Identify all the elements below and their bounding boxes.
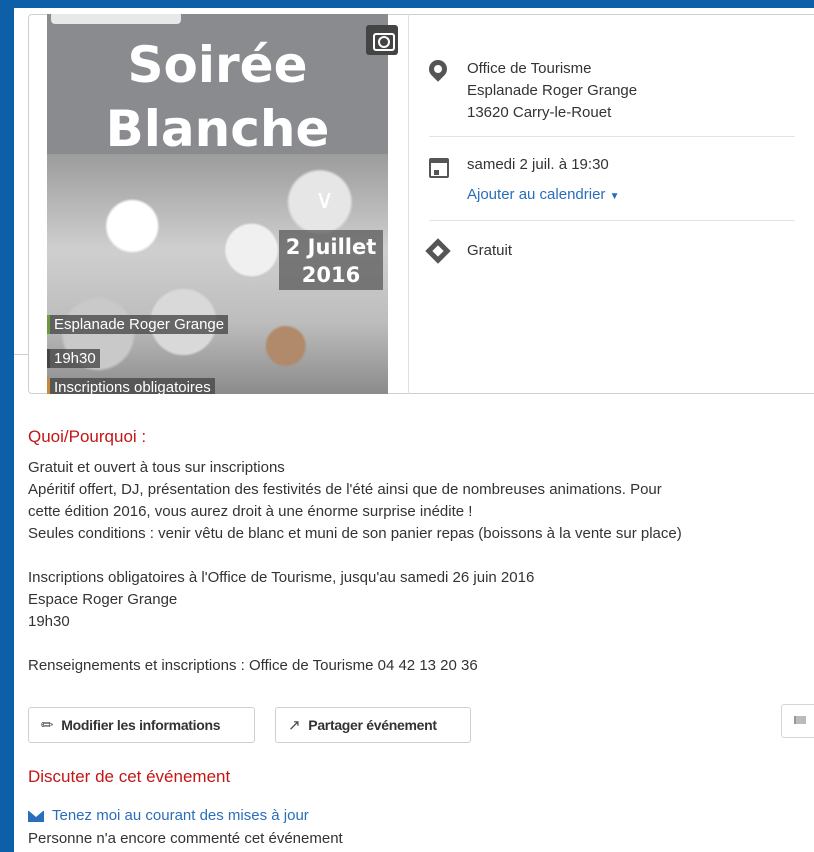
edit-info-label: Modifier les informations xyxy=(61,717,221,733)
share-event-label: Partager événement xyxy=(308,717,437,733)
share-event-button[interactable]: ↗ Partager événement xyxy=(275,707,471,743)
divider xyxy=(14,354,28,355)
what-paragraph-3: Renseignements et inscriptions : Office … xyxy=(28,657,478,674)
discuss-heading: Discuter de cet événement xyxy=(28,767,231,786)
event-price: Gratuit xyxy=(467,242,513,259)
add-to-calendar-link[interactable]: Ajouter au calendrier ▼ xyxy=(467,184,620,208)
location-name: Office de Tourisme xyxy=(467,60,592,77)
edit-info-button[interactable]: ✏ Modifier les informations xyxy=(28,707,255,743)
calendar-icon xyxy=(429,158,449,178)
poster-date-day: 2 Juillet xyxy=(285,235,377,259)
chevron-down-icon: ∨ xyxy=(315,184,335,214)
camera-icon[interactable] xyxy=(366,25,398,55)
event-info-panel: Office de Tourisme Esplanade Roger Grang… xyxy=(408,14,814,394)
window-frame-top xyxy=(0,0,814,8)
location-street: Esplanade Roger Grange xyxy=(467,82,638,99)
poster-date: 2 Juillet 2016 xyxy=(279,230,383,290)
location-city: 13620 Carry-le-Rouet xyxy=(467,104,612,121)
add-to-calendar-label: Ajouter au calendrier xyxy=(467,186,606,203)
what-heading: Quoi/Pourquoi : xyxy=(28,427,147,446)
what-section: Quoi/Pourquoi : Gratuit et ouvert à tous… xyxy=(28,427,814,677)
share-icon: ↗ xyxy=(288,717,301,734)
poster-title-line1: Soirée xyxy=(127,36,308,94)
report-flag-button[interactable] xyxy=(781,704,814,738)
caret-down-icon: ▼ xyxy=(609,191,620,202)
event-poster[interactable]: Soirée Blanche ∨ 2 Juillet 2016 Esplanad… xyxy=(47,14,388,394)
what-paragraph-1: Gratuit et ouvert à tous sur inscription… xyxy=(28,459,682,542)
envelope-icon xyxy=(28,810,44,822)
poster-place-label: Esplanade Roger Grange xyxy=(47,315,229,334)
event-datetime: samedi 2 juil. à 19:30 xyxy=(467,156,609,173)
poster-title-line2: Blanche xyxy=(105,100,330,158)
info-divider xyxy=(429,136,795,137)
poster-date-year: 2016 xyxy=(301,263,361,287)
map-pin-icon xyxy=(425,56,451,82)
subscribe-link[interactable]: Tenez moi au courant des mises à jour xyxy=(28,807,814,824)
no-comments-text: Personne n'a encore commenté cet événeme… xyxy=(28,830,343,847)
discuss-section: Discuter de cet événement Tenez moi au c… xyxy=(28,767,814,850)
info-divider xyxy=(429,220,795,221)
poster-time-label: 19h30 xyxy=(47,349,100,368)
subscribe-label: Tenez moi au courant des mises à jour xyxy=(52,807,309,824)
what-paragraph-2: Inscriptions obligatoires à l'Office de … xyxy=(28,569,535,630)
ticket-icon xyxy=(425,238,451,264)
window-frame-left xyxy=(0,0,14,852)
poster-inscriptions-label: Inscriptions obligatoires xyxy=(47,378,215,394)
poster-banner xyxy=(51,14,181,24)
pencil-icon: ✏ xyxy=(41,717,54,734)
